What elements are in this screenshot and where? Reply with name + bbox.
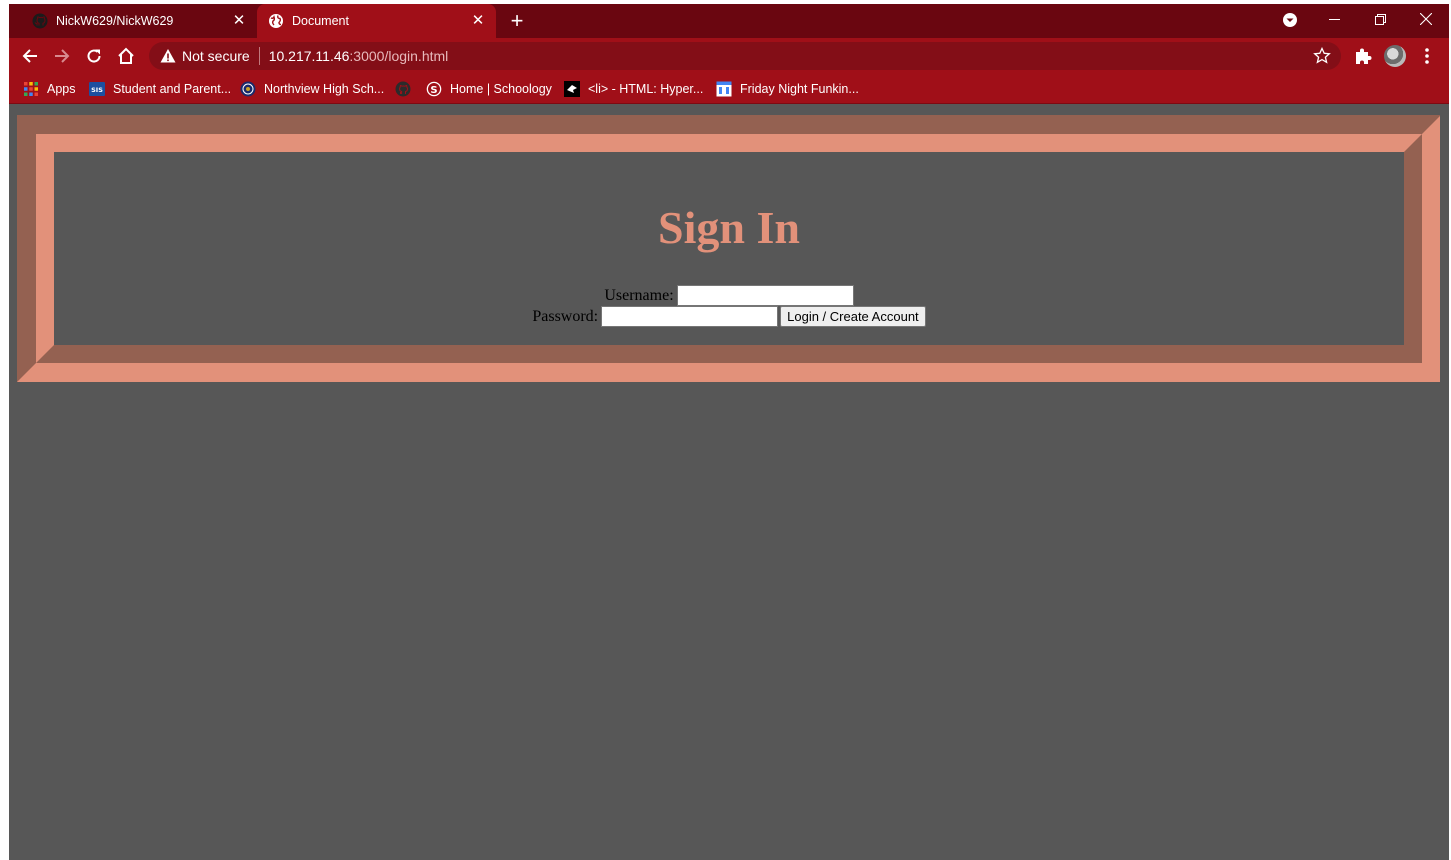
arrow-left-icon [22,49,37,63]
bookmarks-bar: Apps SIS Student and Parent... Northview… [9,73,1449,104]
bookmark-label: Apps [47,81,76,96]
bookmark-label: Home | Schoology [450,81,552,96]
home-icon [118,47,134,64]
username-label: Username: [604,286,674,304]
tab-title: NickW629/NickW629 [56,14,174,28]
bookmark-label: <li> - HTML: Hyper... [588,81,704,96]
url-path: :3000/login.html [349,48,449,64]
page-viewport: Sign In Username: Password: Login / Creat… [9,105,1441,860]
svg-text:SIS: SIS [91,86,103,94]
address-bar[interactable]: Not secure 10.217.11.46:3000/login.html [149,42,1341,70]
sis-icon: SIS [89,81,105,96]
bookmark-student-parent[interactable]: SIS Student and Parent... [89,73,231,104]
tab-strip: NickW629/NickW629 ✕ Document ✕ + [9,4,1449,38]
bookmark-mdn-li[interactable]: <li> - HTML: Hyper... [564,73,703,104]
apps-grid-icon [24,81,38,96]
bookmark-northview[interactable]: Northview High Sch... [240,73,384,104]
arrow-right-icon [55,49,70,63]
extensions-puzzle-icon[interactable] [1353,46,1373,66]
bookmark-schoology[interactable]: S Home | Schoology [426,73,552,104]
reload-button[interactable] [80,42,108,70]
bookmark-label: Student and Parent... [113,81,232,96]
restore-icon [1374,13,1386,25]
tab-document[interactable]: Document ✕ [257,4,496,38]
username-row: Username: [54,284,1404,306]
tab-close-icon[interactable]: ✕ [231,13,247,29]
svg-text:S: S [430,85,437,96]
bookmark-label: Friday Night Funkin... [740,81,859,96]
password-label: Password: [532,307,599,325]
close-icon [1420,13,1432,25]
reload-icon [87,49,101,63]
signin-outer-frame: Sign In Username: Password: Login / Creat… [17,115,1441,382]
tab-title: Document [292,14,349,28]
url-host: 10.217.11.46 [268,48,350,64]
schoology-icon: S [426,81,442,96]
forward-button[interactable] [48,42,76,70]
bookmark-star-icon[interactable] [1313,47,1331,65]
kebab-menu-icon[interactable] [1419,46,1435,66]
security-label[interactable]: Not secure [182,48,250,64]
password-row: Password: Login / Create Account [54,305,1404,327]
new-tab-button[interactable]: + [507,10,527,32]
signin-panel: Sign In Username: Password: Login / Creat… [36,134,1422,363]
school-icon [240,81,256,96]
home-button[interactable] [112,42,140,70]
github-icon [395,81,411,96]
calendar-icon [716,81,732,96]
password-input[interactable] [601,305,779,327]
mdn-icon [564,80,580,97]
profile-avatar[interactable] [1384,45,1406,67]
minimize-button[interactable] [1311,4,1357,34]
bookmark-friday-night-funkin[interactable]: Friday Night Funkin... [716,73,859,104]
browser-toolbar: Not secure 10.217.11.46:3000/login.html [9,38,1449,73]
tab-github[interactable]: NickW629/NickW629 ✕ [21,4,257,38]
github-icon [32,13,48,29]
browser-window: NickW629/NickW629 ✕ Document ✕ + Not sec… [9,4,1449,860]
bookmark-github[interactable] [395,73,419,104]
tab-search-icon[interactable] [1282,12,1298,28]
globe-icon [269,14,283,28]
back-button[interactable] [16,42,44,70]
bookmark-label: Northview High Sch... [264,81,385,96]
page-title: Sign In [658,202,800,253]
page-scrollbar-gutter [1440,105,1449,860]
minimize-icon [1328,18,1340,20]
close-window-button[interactable] [1403,4,1449,34]
warning-icon [160,49,176,63]
bookmark-apps[interactable]: Apps [23,73,76,104]
omnibox-divider [258,47,260,65]
restore-button[interactable] [1357,4,1403,34]
login-button[interactable]: Login / Create Account [780,305,926,327]
username-input[interactable] [676,284,854,306]
tab-close-icon[interactable]: ✕ [470,13,486,29]
